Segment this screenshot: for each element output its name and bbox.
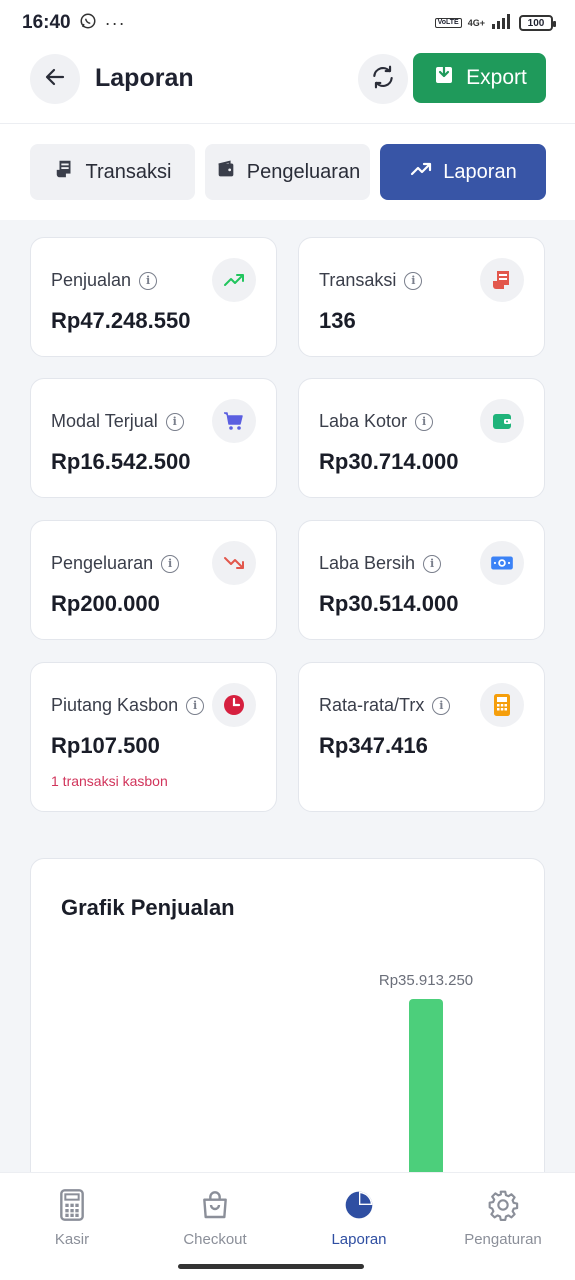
stat-label: Laba Kotor i bbox=[319, 411, 434, 432]
stat-label: Modal Terjual i bbox=[51, 411, 184, 432]
chart-title: Grafik Penjualan bbox=[61, 895, 235, 920]
chart-data-label: Rp35.913.250 bbox=[379, 972, 473, 989]
arrow-left-icon bbox=[43, 65, 67, 94]
report-tabs: Transaksi Pengeluaran Laporan bbox=[0, 124, 575, 220]
stat-value: Rp200.000 bbox=[51, 591, 160, 616]
stat-value: Rp47.248.550 bbox=[51, 308, 191, 333]
nav-item-laporan[interactable]: Laporan bbox=[299, 1189, 419, 1248]
stat-value: Rp107.500 bbox=[51, 733, 160, 758]
info-icon[interactable]: i bbox=[139, 271, 158, 290]
battery-icon: 100 bbox=[519, 15, 556, 31]
stat-label: Rata-rata/Trx i bbox=[319, 695, 451, 716]
trending-down-icon bbox=[212, 541, 256, 585]
receipt-icon bbox=[480, 258, 524, 302]
cart-icon bbox=[212, 399, 256, 443]
download-icon bbox=[432, 63, 456, 93]
export-label: Export bbox=[466, 66, 527, 89]
nav-label: Laporan bbox=[331, 1231, 387, 1248]
stat-label: Transaksi i bbox=[319, 270, 423, 291]
nav-item-pengaturan[interactable]: Pengaturan bbox=[443, 1189, 563, 1248]
info-icon[interactable]: i bbox=[165, 412, 184, 431]
nav-label: Checkout bbox=[183, 1231, 247, 1248]
calculator-icon bbox=[58, 1189, 86, 1225]
stat-card-penjualan: Penjualan i Rp47.248.550 bbox=[30, 237, 277, 357]
signal-icon bbox=[491, 13, 513, 34]
more-notifications-icon: ··· bbox=[104, 12, 126, 33]
network-type: 4G+ bbox=[467, 17, 485, 28]
stat-label: Pengeluaran i bbox=[51, 553, 180, 574]
wallet-icon bbox=[215, 158, 237, 186]
tab-pengeluaran[interactable]: Pengeluaran bbox=[205, 144, 370, 200]
back-button[interactable] bbox=[30, 54, 80, 104]
status-time: 16:40 bbox=[22, 12, 71, 33]
stat-card-modal-terjual: Modal Terjual i Rp16.542.500 bbox=[30, 378, 277, 498]
sales-chart-card: Grafik Penjualan Rp35.913.250 bbox=[30, 858, 545, 1188]
info-icon[interactable]: i bbox=[415, 412, 434, 431]
receipt-icon bbox=[54, 158, 76, 186]
chart-bar[interactable] bbox=[409, 999, 443, 1188]
sales-chart: Rp35.913.250 bbox=[379, 972, 473, 1188]
whatsapp-icon bbox=[79, 12, 97, 35]
stat-card-rata-rata: Rata-rata/Trx i Rp347.416 bbox=[298, 662, 545, 812]
calculator-icon bbox=[480, 683, 524, 727]
nav-label: Kasir bbox=[54, 1231, 90, 1248]
stat-value: 136 bbox=[319, 308, 356, 333]
refresh-icon bbox=[370, 64, 396, 95]
info-icon[interactable]: i bbox=[186, 696, 205, 715]
shopping-bag-icon bbox=[199, 1189, 231, 1225]
gear-icon bbox=[487, 1189, 519, 1225]
status-bar: 16:40 ··· VoLTE 4G+ 100 bbox=[0, 0, 575, 46]
stat-card-pengeluaran: Pengeluaran i Rp200.000 bbox=[30, 520, 277, 640]
tab-label: Pengeluaran bbox=[246, 160, 361, 183]
money-icon bbox=[480, 541, 524, 585]
tab-label: Laporan bbox=[443, 160, 517, 183]
stat-card-piutang-kasbon: Piutang Kasbon i Rp107.500 1 transaksi ka… bbox=[30, 662, 277, 812]
info-icon[interactable]: i bbox=[404, 271, 423, 290]
nav-item-checkout[interactable]: Checkout bbox=[155, 1189, 275, 1248]
wallet-icon bbox=[480, 399, 524, 443]
nav-item-kasir[interactable]: Kasir bbox=[12, 1189, 132, 1248]
stat-value: Rp30.514.000 bbox=[319, 591, 459, 616]
volte-badge: VoLTE bbox=[434, 18, 462, 28]
trending-up-icon bbox=[212, 258, 256, 302]
tab-laporan[interactable]: Laporan bbox=[380, 144, 546, 200]
page-title: Laporan bbox=[95, 64, 194, 92]
tab-transaksi[interactable]: Transaksi bbox=[30, 144, 195, 200]
stat-value: Rp30.714.000 bbox=[319, 449, 459, 474]
nav-label: Pengaturan bbox=[464, 1231, 542, 1248]
info-icon[interactable]: i bbox=[423, 554, 442, 573]
stat-value: Rp347.416 bbox=[319, 733, 428, 758]
clock-icon bbox=[212, 683, 256, 727]
refresh-button[interactable] bbox=[358, 54, 408, 104]
info-icon[interactable]: i bbox=[161, 554, 180, 573]
app-header: Laporan Export bbox=[0, 46, 575, 124]
export-button[interactable]: Export bbox=[413, 53, 546, 103]
tab-label: Transaksi bbox=[85, 160, 172, 183]
pie-chart-icon bbox=[343, 1189, 375, 1225]
stat-label: Piutang Kasbon i bbox=[51, 695, 205, 716]
home-indicator bbox=[178, 1264, 364, 1269]
stat-label: Penjualan i bbox=[51, 270, 158, 291]
stat-label: Laba Bersih i bbox=[319, 553, 442, 574]
stat-card-laba-bersih: Laba Bersih i Rp30.514.000 bbox=[298, 520, 545, 640]
trend-up-icon bbox=[409, 157, 433, 187]
info-icon[interactable]: i bbox=[432, 696, 451, 715]
stat-value: Rp16.542.500 bbox=[51, 449, 191, 474]
stat-card-transaksi: Transaksi i 136 bbox=[298, 237, 545, 357]
kasbon-note: 1 transaksi kasbon bbox=[51, 773, 168, 789]
stat-card-laba-kotor: Laba Kotor i Rp30.714.000 bbox=[298, 378, 545, 498]
